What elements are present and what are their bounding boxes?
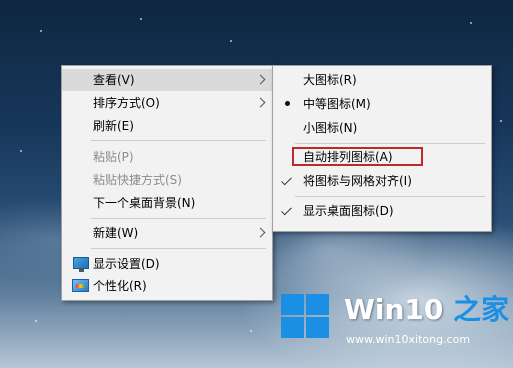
submenu-item-small-icons[interactable]: 小图标(N) xyxy=(273,117,491,139)
win10-watermark-logo: Win10 之家 www.win10xitong.com xyxy=(278,290,509,354)
annotation-highlight-box xyxy=(292,147,423,166)
menu-item-new[interactable]: 新建(W) xyxy=(62,222,272,244)
menu-item-label: 新建(W) xyxy=(93,226,139,240)
menu-item-next-background[interactable]: 下一个桌面背景(N) xyxy=(62,192,272,214)
submenu-item-large-icons[interactable]: 大图标(R) xyxy=(273,69,491,91)
menu-item-label: 将图标与网格对齐(I) xyxy=(303,174,412,188)
menu-item-view[interactable]: 查看(V) xyxy=(62,69,272,91)
watermark-title: Win10 之家 xyxy=(344,290,509,330)
checkmark-icon xyxy=(281,174,292,186)
watermark-title-part1: Win10 xyxy=(344,293,444,326)
chevron-right-icon xyxy=(255,97,266,108)
view-submenu: 大图标(R) 中等图标(M) 小图标(N) 自动排列图标(A) 将图标与网格对齐… xyxy=(272,65,492,232)
menu-item-label: 粘贴(P) xyxy=(93,150,134,164)
windows-logo-icon xyxy=(281,294,331,340)
chevron-right-icon xyxy=(255,227,266,238)
radio-bullet-icon xyxy=(285,101,290,106)
menu-item-display-settings[interactable]: 显示设置(D) xyxy=(62,253,272,275)
menu-item-paste-shortcut[interactable]: 粘贴快捷方式(S) xyxy=(62,169,272,191)
watermark-title-part2: 之家 xyxy=(443,293,510,326)
menu-separator xyxy=(295,196,485,197)
menu-item-label: 中等图标(M) xyxy=(303,97,371,111)
watermark-url: www.win10xitong.com xyxy=(346,333,471,346)
menu-separator xyxy=(295,143,485,144)
submenu-item-show-desktop-icons[interactable]: 显示桌面图标(D) xyxy=(273,200,491,222)
display-settings-icon xyxy=(73,257,89,272)
chevron-right-icon xyxy=(255,74,266,85)
desktop-context-menu: 查看(V) 排序方式(O) 刷新(E) 粘贴(P) 粘贴快捷方式(S) 下一个桌… xyxy=(61,65,273,301)
menu-separator xyxy=(91,218,266,219)
menu-item-label: 个性化(R) xyxy=(93,279,147,293)
menu-separator xyxy=(91,248,266,249)
menu-item-label: 显示设置(D) xyxy=(93,257,160,271)
menu-item-label: 显示桌面图标(D) xyxy=(303,204,394,218)
personalize-icon xyxy=(72,279,89,292)
menu-item-label: 粘贴快捷方式(S) xyxy=(93,173,182,187)
menu-item-sort-by[interactable]: 排序方式(O) xyxy=(62,92,272,114)
menu-item-label: 排序方式(O) xyxy=(93,96,160,110)
menu-item-label: 大图标(R) xyxy=(303,73,357,87)
menu-item-label: 下一个桌面背景(N) xyxy=(93,196,196,210)
menu-separator xyxy=(91,140,266,141)
menu-item-refresh[interactable]: 刷新(E) xyxy=(62,115,272,137)
menu-item-personalize[interactable]: 个性化(R) xyxy=(62,275,272,297)
menu-item-label: 查看(V) xyxy=(93,73,135,87)
menu-item-paste[interactable]: 粘贴(P) xyxy=(62,146,272,168)
menu-item-label: 刷新(E) xyxy=(93,119,134,133)
submenu-item-align-to-grid[interactable]: 将图标与网格对齐(I) xyxy=(273,170,491,192)
checkmark-icon xyxy=(281,204,292,216)
menu-item-label: 小图标(N) xyxy=(303,121,358,135)
submenu-item-medium-icons[interactable]: 中等图标(M) xyxy=(273,93,491,115)
